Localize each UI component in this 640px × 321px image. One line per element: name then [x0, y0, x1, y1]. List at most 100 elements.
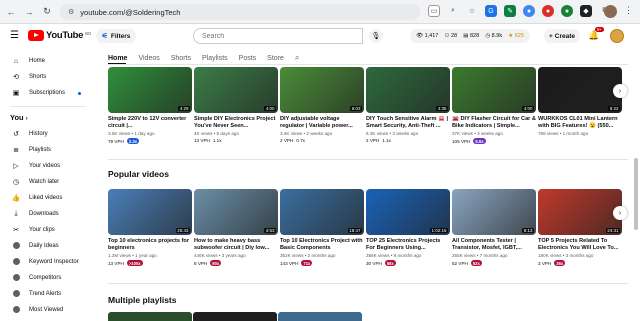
video-card[interactable]: 6:13 All Components Tester | Transistor, … [452, 189, 536, 266]
create-button[interactable]: + Create [544, 29, 580, 43]
browser-menu-icon[interactable]: ⋮ [624, 5, 633, 16]
video-title[interactable]: 🚘 DIY Flasher Circuit for Car & Bike Ind… [452, 116, 536, 130]
playlist-thumbnail[interactable] [278, 312, 362, 321]
sidebar-item-playlists[interactable]: ≣ Playlists [0, 143, 92, 157]
video-thumbnail[interactable]: 1:02:16 [366, 189, 450, 235]
multiple-playlists-title: Multiple playlists [108, 295, 177, 305]
playlist-thumbnail[interactable] [108, 312, 192, 321]
video-card[interactable]: 8:22 WURKKOS CL01 Mini Lantern with BIG F… [538, 67, 622, 136]
extension-blue-icon[interactable]: ● [523, 5, 535, 17]
extension-red-icon[interactable]: ● [542, 5, 554, 17]
video-title[interactable]: All Components Tester | Transistor, Mosf… [452, 238, 536, 252]
video-card[interactable]: 6:03 DIY adjustable voltage regulator | V… [280, 67, 364, 143]
youtube-logo[interactable]: YouTube BD [28, 30, 91, 41]
extension-tool-icon[interactable]: ✎ [504, 5, 516, 17]
search-input[interactable] [202, 32, 352, 40]
sidebar-item-subscriptions[interactable]: ▣ Subscriptions [0, 86, 92, 100]
sidebar-item-liked-videos[interactable]: 👍 Liked videos [0, 191, 92, 205]
filters-button[interactable]: ⚟ Filters [96, 29, 136, 43]
tab-home[interactable]: Home [108, 55, 127, 62]
stat-a: 👁 1,417 [416, 33, 439, 39]
you-section-header[interactable]: You › [10, 113, 28, 122]
channel-search-icon[interactable]: ⌕ [295, 53, 299, 63]
video-title[interactable]: How to make heavy bass subwoofer circuit… [194, 238, 278, 252]
stat-e: ★ 625 [508, 33, 524, 39]
forward-icon[interactable]: → [22, 5, 36, 19]
video-card[interactable]: 25:43 Top 10 electronics projects for beg… [108, 189, 192, 266]
sidebar-item-watch-later[interactable]: ◷ Watch later [0, 175, 92, 189]
sidebar-item-label: Subscriptions [29, 90, 66, 96]
video-title[interactable]: DIY adjustable voltage regulator | Varia… [280, 116, 364, 130]
video-thumbnail[interactable]: 4:35 [366, 67, 450, 113]
video-title[interactable]: Simple 220V to 12V converter circuit |..… [108, 116, 192, 130]
video-title[interactable]: Simple DIY Electronics Project You've Ne… [194, 116, 278, 130]
video-thumbnail[interactable]: 24:31 [538, 189, 622, 235]
video-thumbnail[interactable]: 4:53 [194, 189, 278, 235]
video-duration: 1:02:16 [429, 228, 448, 233]
sidebar-item-keyword-inspector[interactable]: Keyword Inspector [0, 255, 92, 269]
video-stats-badges: 79 VPH 2.3x [108, 138, 192, 144]
tab-videos[interactable]: Videos [138, 55, 159, 62]
extension-circle-icon [10, 289, 22, 299]
video-title[interactable]: Top 10 electronics projects for beginner… [108, 238, 192, 252]
tab-shorts[interactable]: Shorts [171, 55, 191, 62]
reload-icon[interactable]: ↻ [40, 5, 54, 19]
extension-dark-icon[interactable]: ◆ [580, 5, 592, 17]
sidebar-item-daily-ideas[interactable]: Daily Ideas [0, 239, 92, 253]
sidebar-item-competitors[interactable]: Competitors [0, 271, 92, 285]
playlist-thumbnail[interactable] [193, 312, 277, 321]
video-title[interactable]: WURKKOS CL01 Mini Lantern with BIG Featu… [538, 116, 622, 130]
hamburger-menu-icon[interactable]: ☰ [10, 30, 19, 41]
bookmark-star-icon[interactable]: ☆ [466, 5, 478, 17]
video-thumbnail[interactable]: 6:13 [452, 189, 536, 235]
video-thumbnail[interactable]: 4:00 [452, 67, 536, 113]
sidebar-item-your-videos[interactable]: ▷ Your videos [0, 159, 92, 173]
video-card[interactable]: 4:35 DIY Touch Sensitive Alarm 🚨 | Smart … [366, 67, 450, 143]
video-thumbnail[interactable]: 25:43 [108, 189, 192, 235]
tab-posts[interactable]: Posts [239, 55, 257, 62]
extension-g-icon[interactable]: G [485, 5, 497, 17]
video-card[interactable]: 4:00 Simple DIY Electronics Project You'v… [194, 67, 278, 143]
sidebar-item-shorts[interactable]: ⟲ Shorts [0, 70, 92, 84]
browser-profile-avatar[interactable] [604, 5, 617, 18]
video-card[interactable]: 4:53 How to make heavy bass subwoofer cir… [194, 189, 278, 266]
tab-store[interactable]: Store [267, 55, 284, 62]
video-stats-badges: 30 VPH 58x [366, 260, 450, 266]
vph-label: 2 VPH [280, 138, 294, 143]
video-thumbnail[interactable]: 4:00 [194, 67, 278, 113]
zoom-icon[interactable]: ⌕ [447, 5, 459, 17]
video-thumbnail[interactable]: 6:03 [280, 67, 364, 113]
video-thumbnail[interactable]: 4:29 [108, 67, 192, 113]
voice-search-icon[interactable]: 🎙 [369, 29, 383, 43]
page-scrollbar[interactable] [634, 158, 638, 230]
sidebar-item-trend-alerts[interactable]: Trend Alerts [0, 287, 92, 301]
site-info-icon[interactable]: ⚙ [68, 8, 74, 16]
sidebar-item-downloads[interactable]: ⤓ Downloads [0, 207, 92, 221]
video-card[interactable]: 1:02:16 TOP 25 Electronics Projects For B… [366, 189, 450, 266]
sidebar-item-home[interactable]: ⌂ Home [0, 54, 92, 68]
video-title[interactable]: TOP 5 Projects Related To Electronics Yo… [538, 238, 622, 252]
sidebar-item-your-clips[interactable]: ✂ Your clips [0, 223, 92, 237]
video-card[interactable]: 4:00 🚘 DIY Flasher Circuit for Car & Bike… [452, 67, 536, 144]
account-avatar[interactable] [610, 29, 624, 43]
back-icon[interactable]: ← [4, 5, 18, 19]
video-title[interactable]: DIY Touch Sensitive Alarm 🚨 | Smart Secu… [366, 116, 450, 130]
channel-stats-pill[interactable]: 👁 1,417 ⚇ 28 ▤ 828 ◷ 8.9k ★ 625 [410, 29, 530, 43]
vph-label: 13 VPH [108, 260, 124, 266]
extension-green-icon[interactable]: ● [561, 5, 573, 17]
video-card[interactable]: 4:29 Simple 220V to 12V converter circuit… [108, 67, 192, 144]
tab-playlists[interactable]: Playlists [202, 55, 228, 62]
video-card[interactable]: 18:47 Top 10 Electronics Project with Bas… [280, 189, 364, 266]
video-title[interactable]: Top 10 Electronics Project with Basic Co… [280, 238, 364, 252]
video-card[interactable]: 24:31 TOP 5 Projects Related To Electroni… [538, 189, 622, 266]
vph-label: 105 VPH [452, 138, 471, 144]
row1-next-chevron-icon[interactable]: › [613, 84, 627, 98]
video-thumbnail[interactable]: 18:47 [280, 189, 364, 235]
sidebar-item-history[interactable]: ↺ History [0, 127, 92, 141]
video-title[interactable]: TOP 25 Electronics Projects For Beginner… [366, 238, 450, 252]
row2-next-chevron-icon[interactable]: › [613, 206, 627, 220]
video-thumbnail[interactable]: 8:22 [538, 67, 622, 113]
address-bar[interactable]: ⚙ youtube.com/@SolderingTech [60, 4, 420, 20]
cast-icon[interactable]: ▭ [428, 5, 440, 17]
sidebar-item-most-viewed[interactable]: Most Viewed [0, 303, 92, 317]
